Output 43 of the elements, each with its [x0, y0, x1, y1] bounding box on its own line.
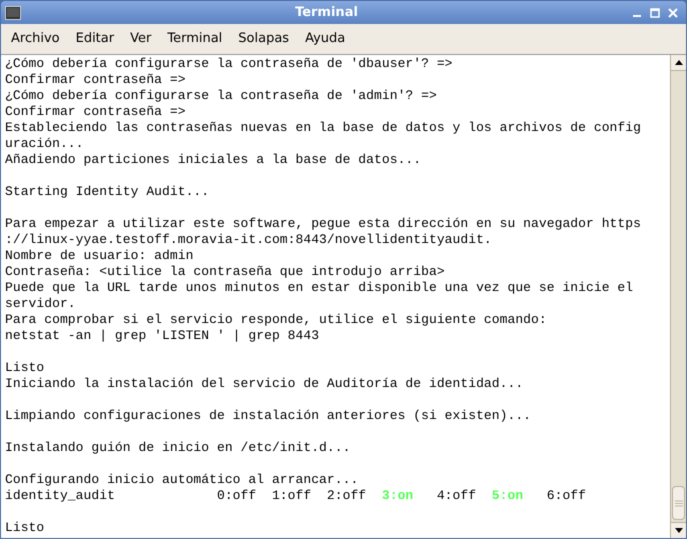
window-title: Terminal: [294, 4, 359, 22]
terminal-text: Estableciendo las contraseñas nuevas en la base de datos y los archivos de config: [5, 120, 641, 136]
terminal-text: Configurando inicio automático al arrancar...: [5, 472, 358, 488]
menu-item[interactable]: Terminal: [161, 29, 228, 49]
terminal-text: ¿Cómo debería configurarse la contraseña de 'dbauser'? =>: [5, 56, 453, 72]
close-icon[interactable]: [668, 8, 678, 18]
terminal-text: Listo: [5, 520, 44, 536]
terminal-text: Nombre de usuario: admin: [5, 248, 194, 264]
terminal-text: Para empezar a utilizar este software, pegue esta dirección en su navegador https: [5, 216, 641, 232]
terminal-text: Confirmar contraseña =>: [5, 72, 186, 88]
terminal-text: Instalando guión de inicio en /etc/init.d...: [5, 440, 350, 456]
terminal-text: uración...: [5, 136, 84, 152]
terminal-text: servidor.: [5, 296, 76, 312]
terminal-text: Puede que la URL tarde unos minutos en estar disponible una vez que se inicie el: [5, 280, 634, 296]
terminal-text: Iniciando la instalación del servicio de Auditoría de identidad...: [5, 376, 524, 392]
terminal-text: Listo: [5, 360, 44, 376]
menu-item[interactable]: Solapas: [232, 29, 296, 49]
grip-icon: [674, 500, 682, 506]
scroll-up-button[interactable]: [671, 55, 686, 71]
terminal-text: Contraseña: <utilice la contraseña que introdujo arriba>: [5, 264, 445, 280]
terminal-text: 4:off: [436, 488, 478, 504]
menu-item[interactable]: Ayuda: [299, 29, 352, 49]
terminal-text: Limpiando configuraciones de instalación anteriores (si existen)...: [5, 408, 532, 424]
terminal-text: netstat -an | grep 'LISTEN ' | grep 8443: [5, 328, 320, 344]
terminal-text: Starting Identity Audit...: [5, 184, 210, 200]
terminal-text: ¿Cómo debería configurarse la contraseña de 'admin'? =>: [5, 88, 437, 104]
terminal-text: ://linux-yyae.testoff.moravia-it.com:8443/novellidentityaudit.: [5, 232, 492, 248]
up-arrow-icon: [674, 60, 682, 65]
scroll-down-button[interactable]: [671, 522, 686, 538]
terminal-text: Para comprobar si el servicio responde, utilice el siguiente comando:: [5, 312, 547, 328]
maximize-icon[interactable]: [650, 8, 660, 18]
terminal-text: 3:on: [382, 488, 414, 504]
terminal-text: 5:on: [492, 488, 524, 504]
menu-item[interactable]: Ver: [124, 29, 158, 49]
menu-item[interactable]: Archivo: [5, 29, 66, 49]
scrollbar-thumb[interactable]: [672, 486, 685, 520]
terminal-text: identity_audit 0:off 1:off 2:off: [5, 488, 368, 504]
terminal-text: 6:off: [546, 488, 586, 504]
terminal-icon: [5, 6, 21, 20]
terminal-text: Añadiendo particiones iniciales a la base de datos...: [5, 152, 422, 168]
down-arrow-icon: [674, 528, 682, 533]
terminal-text: Confirmar contraseña =>: [5, 104, 186, 120]
menu-item[interactable]: Editar: [70, 29, 120, 49]
